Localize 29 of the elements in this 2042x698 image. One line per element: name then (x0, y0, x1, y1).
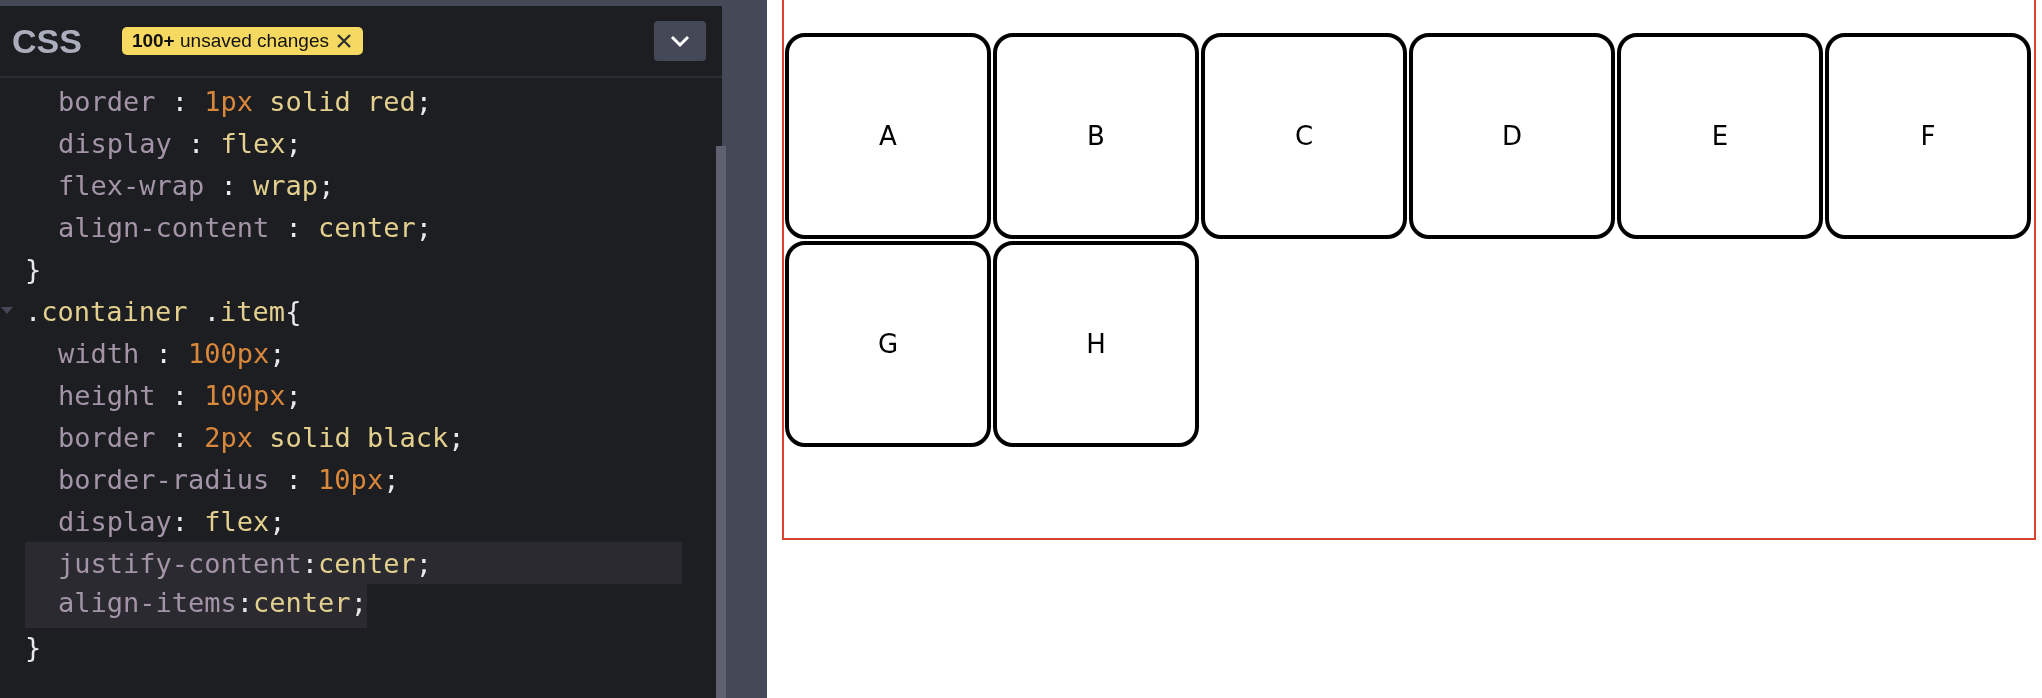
code-line: display: flex; (57, 505, 286, 537)
chevron-down-icon (669, 34, 691, 48)
flex-item: G (785, 241, 991, 447)
code-line: border : 2px solid black; (57, 421, 465, 453)
code-line: align-items:center; (57, 587, 367, 618)
code-line: justify-content:center; (57, 547, 432, 579)
flex-item: E (1617, 33, 1823, 239)
flex-item: B (993, 33, 1199, 239)
close-icon (334, 32, 353, 50)
panel-title: CSS (12, 21, 82, 61)
dropdown-button[interactable] (654, 21, 706, 61)
code-line: height : 100px; (57, 379, 302, 411)
scrollbar[interactable] (716, 146, 726, 698)
code-line: flex-wrap : wrap; (57, 169, 335, 201)
flex-item: C (1201, 33, 1407, 239)
flex-item: D (1409, 33, 1615, 239)
flex-item: H (993, 241, 1199, 447)
flex-item: F (1825, 33, 2031, 239)
code-line: border-radius : 10px; (57, 463, 400, 495)
code-line: align-content : center; (57, 211, 432, 243)
unsaved-changes-badge[interactable]: 100+ unsaved changes (121, 27, 363, 55)
code-line: border : 1px solid red; (57, 85, 432, 117)
code-line: display : flex; (57, 127, 302, 159)
fold-arrow-icon[interactable] (1, 307, 13, 315)
code-line: .container .item{ (25, 295, 302, 327)
code-line: } (25, 631, 42, 663)
code-line: width : 100px; (57, 337, 286, 369)
code-line: } (25, 253, 42, 285)
flex-item: A (785, 33, 991, 239)
